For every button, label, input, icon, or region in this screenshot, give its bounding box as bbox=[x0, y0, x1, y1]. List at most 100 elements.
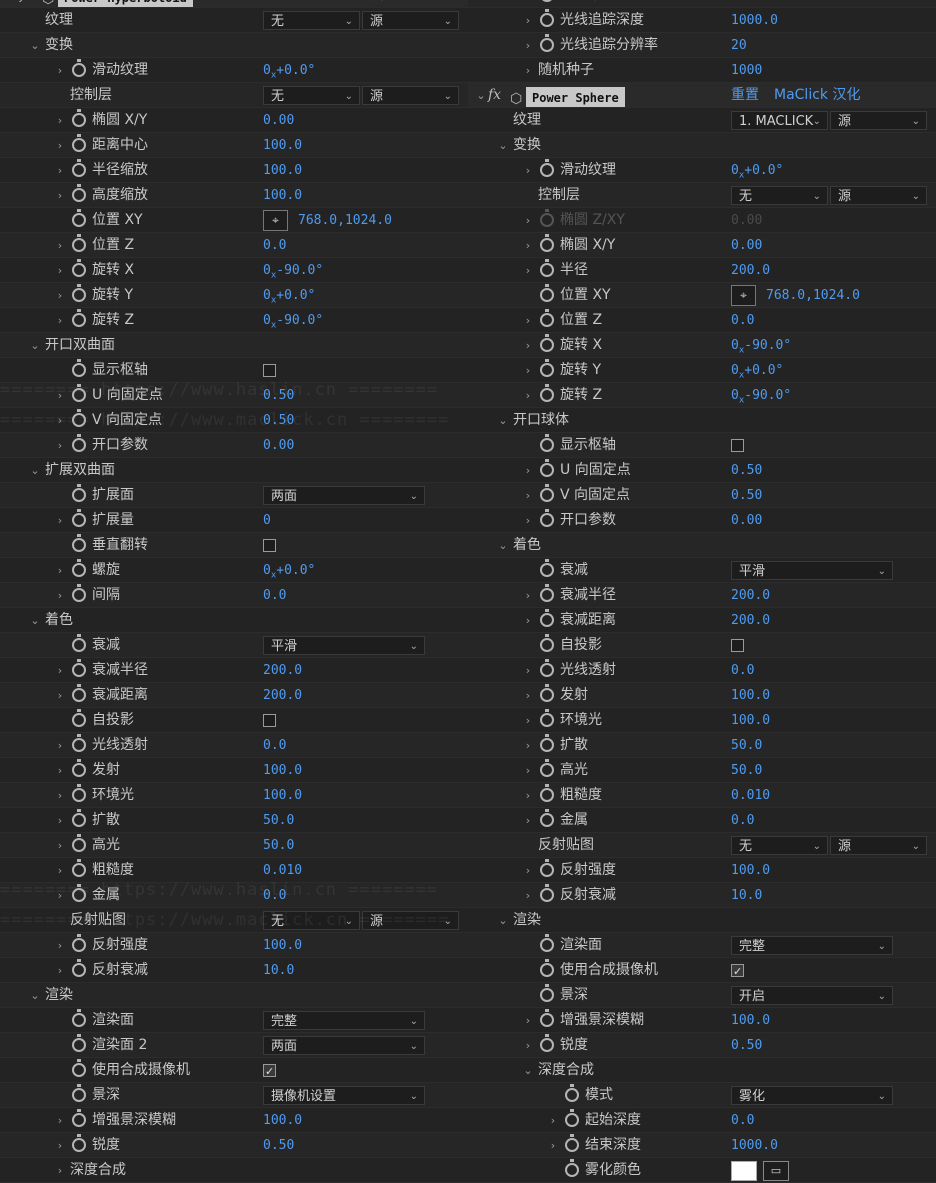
reset-link[interactable]: 重置 bbox=[263, 0, 291, 8]
checkbox[interactable] bbox=[263, 364, 276, 377]
value-field[interactable]: 100.0 bbox=[731, 1008, 770, 1033]
stopwatch-icon[interactable] bbox=[540, 334, 554, 352]
stopwatch-icon[interactable] bbox=[540, 209, 554, 227]
chevron-right-icon[interactable]: › bbox=[521, 808, 535, 833]
layer-dropdown[interactable]: 无 ⌄ bbox=[263, 86, 360, 105]
stopwatch-icon[interactable] bbox=[540, 759, 554, 777]
color-swatch[interactable] bbox=[731, 1161, 757, 1181]
chevron-right-icon[interactable]: › bbox=[521, 8, 535, 33]
value-field[interactable]: 100.0 bbox=[731, 683, 770, 708]
angle-revolutions[interactable]: 0 bbox=[731, 338, 739, 353]
stopwatch-icon[interactable] bbox=[540, 1009, 554, 1027]
popup-dropdown[interactable]: 平滑 ⌄ bbox=[731, 561, 893, 580]
value-field[interactable]: 0.0 bbox=[263, 883, 286, 908]
stopwatch-icon[interactable] bbox=[540, 934, 554, 952]
value-field[interactable]: 1000.0 bbox=[731, 1133, 778, 1158]
angle-revolutions[interactable]: 0 bbox=[731, 388, 739, 403]
angle-revolutions[interactable]: 0 bbox=[263, 313, 271, 328]
stopwatch-icon[interactable] bbox=[540, 434, 554, 452]
stopwatch-icon[interactable] bbox=[72, 559, 86, 577]
source-dropdown[interactable]: 源 ⌄ bbox=[362, 86, 459, 105]
value-field[interactable]: 0.50 bbox=[731, 458, 762, 483]
stopwatch-icon[interactable] bbox=[72, 759, 86, 777]
reset-link[interactable]: 重置 bbox=[731, 83, 759, 108]
chevron-right-icon[interactable]: › bbox=[53, 658, 67, 683]
stopwatch-icon[interactable] bbox=[540, 359, 554, 377]
value-field[interactable]: 10.0 bbox=[731, 883, 762, 908]
value-field[interactable]: 50.0 bbox=[263, 808, 294, 833]
value-field[interactable]: 100.0 bbox=[731, 0, 770, 8]
chevron-right-icon[interactable]: › bbox=[53, 733, 67, 758]
popup-dropdown[interactable]: 完整 ⌄ bbox=[263, 1011, 425, 1030]
source-dropdown[interactable]: 源 ⌄ bbox=[362, 911, 459, 930]
angle-degrees[interactable]: -90.0° bbox=[744, 338, 791, 353]
stopwatch-icon[interactable] bbox=[540, 34, 554, 52]
value-field[interactable]: 0.00 bbox=[731, 208, 762, 233]
stopwatch-icon[interactable] bbox=[72, 834, 86, 852]
value-field[interactable]: 200.0 bbox=[731, 583, 770, 608]
value-field[interactable]: 0.50 bbox=[263, 408, 294, 433]
stopwatch-icon[interactable] bbox=[565, 1134, 579, 1152]
value-field[interactable]: 200.0 bbox=[263, 683, 302, 708]
chevron-right-icon[interactable]: › bbox=[53, 383, 67, 408]
chevron-right-icon[interactable]: › bbox=[521, 233, 535, 258]
stopwatch-icon[interactable] bbox=[540, 484, 554, 502]
chevron-right-icon[interactable]: › bbox=[521, 683, 535, 708]
stopwatch-icon[interactable] bbox=[72, 259, 86, 277]
stopwatch-icon[interactable] bbox=[72, 359, 86, 377]
popup-dropdown[interactable]: 两面 ⌄ bbox=[263, 486, 425, 505]
layer-dropdown[interactable]: 无 ⌄ bbox=[263, 11, 360, 30]
fx-icon[interactable]: fx bbox=[488, 83, 501, 108]
value-field[interactable]: 0.010 bbox=[731, 783, 770, 808]
angle-revolutions[interactable]: 0 bbox=[731, 363, 739, 378]
stopwatch-icon[interactable] bbox=[540, 984, 554, 1002]
chevron-right-icon[interactable]: › bbox=[53, 283, 67, 308]
chevron-right-icon[interactable]: › bbox=[53, 183, 67, 208]
stopwatch-icon[interactable] bbox=[72, 184, 86, 202]
value-field[interactable]: 50.0 bbox=[731, 733, 762, 758]
stopwatch-icon[interactable] bbox=[72, 584, 86, 602]
stopwatch-icon[interactable] bbox=[72, 1034, 86, 1052]
value-field[interactable]: 0.0 bbox=[731, 808, 754, 833]
stopwatch-icon[interactable] bbox=[540, 509, 554, 527]
stopwatch-icon[interactable] bbox=[72, 434, 86, 452]
angle-revolutions[interactable]: 0 bbox=[263, 288, 271, 303]
stopwatch-icon[interactable] bbox=[72, 709, 86, 727]
chevron-right-icon[interactable]: › bbox=[53, 833, 67, 858]
stopwatch-icon[interactable] bbox=[540, 234, 554, 252]
value-field[interactable]: 200.0 bbox=[731, 608, 770, 633]
chevron-right-icon[interactable]: › bbox=[53, 233, 67, 258]
value-field[interactable]: 100.0 bbox=[263, 1108, 302, 1133]
chevron-right-icon[interactable]: › bbox=[53, 1158, 67, 1183]
stopwatch-icon[interactable] bbox=[72, 934, 86, 952]
chevron-right-icon[interactable]: › bbox=[53, 508, 67, 533]
chevron-right-icon[interactable]: › bbox=[521, 883, 535, 908]
chevron-right-icon[interactable]: › bbox=[521, 1008, 535, 1033]
stopwatch-icon[interactable] bbox=[540, 659, 554, 677]
collapse-chevron-icon[interactable]: ⌄ bbox=[474, 83, 488, 108]
chevron-right-icon[interactable]: › bbox=[53, 58, 67, 83]
chevron-right-icon[interactable]: › bbox=[53, 558, 67, 583]
value-field[interactable]: 50.0 bbox=[731, 758, 762, 783]
chevron-down-icon[interactable]: ⌄ bbox=[496, 133, 510, 158]
value-field[interactable]: 100.0 bbox=[731, 858, 770, 883]
stopwatch-icon[interactable] bbox=[72, 634, 86, 652]
stopwatch-icon[interactable] bbox=[72, 684, 86, 702]
stopwatch-icon[interactable] bbox=[72, 159, 86, 177]
stopwatch-icon[interactable] bbox=[540, 709, 554, 727]
point-value-field[interactable]: 768.0,1024.0 bbox=[298, 208, 392, 233]
chevron-right-icon[interactable]: › bbox=[521, 358, 535, 383]
checkbox[interactable] bbox=[731, 639, 744, 652]
checkbox[interactable] bbox=[263, 1059, 276, 1084]
value-field[interactable]: 10.0 bbox=[263, 958, 294, 983]
chevron-right-icon[interactable]: › bbox=[53, 408, 67, 433]
chevron-right-icon[interactable]: › bbox=[521, 483, 535, 508]
chevron-right-icon[interactable]: › bbox=[521, 1033, 535, 1058]
chevron-right-icon[interactable]: › bbox=[53, 783, 67, 808]
stopwatch-icon[interactable] bbox=[72, 309, 86, 327]
source-dropdown[interactable]: 源 ⌄ bbox=[830, 111, 927, 130]
popup-dropdown[interactable]: 完整 ⌄ bbox=[731, 936, 893, 955]
stopwatch-icon[interactable] bbox=[540, 459, 554, 477]
fx-icon[interactable]: fx bbox=[20, 0, 33, 8]
chevron-down-icon[interactable]: ⌄ bbox=[521, 1058, 535, 1083]
